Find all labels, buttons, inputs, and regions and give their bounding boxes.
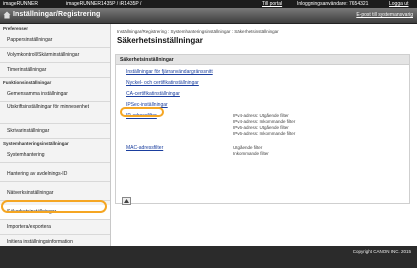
model-name: imageRUNNER1435P / iR1435P / (66, 1, 142, 7)
breadcrumb: Inställningar/Registrering : Systemhante… (117, 29, 279, 34)
sidebar-item-label: Gemensamma inställningar (7, 91, 68, 97)
sidebar-item-print-memory[interactable]: Utskriftsinställningar för minnesenhet (0, 102, 110, 124)
sidebar-item-network[interactable]: Nätverksinställningar (0, 186, 110, 201)
sidebar-item-label: Utskriftsinställningar för minnesenhet (7, 104, 89, 110)
ip-filter-highlight (120, 107, 164, 117)
arrow-up-icon (124, 199, 129, 203)
ip-filter-desc-4: IPv6-adress: Inkommande filter (233, 131, 296, 136)
page-title: Säkerhetsinställningar (117, 36, 203, 45)
product-name: imageRUNNER (3, 1, 39, 7)
sidebar-item-printer[interactable]: Skrivarinställningar (0, 124, 110, 139)
home-icon[interactable] (3, 11, 11, 19)
security-highlight (1, 200, 107, 213)
sidebar-item-paper[interactable]: Pappersinställningar (0, 33, 110, 48)
link-ca-certificate[interactable]: CA-certifikatinställningar (126, 91, 180, 97)
security-panel: Säkerhetsinställningar Inställningar för… (115, 54, 410, 205)
sidebar-section-function: Funktionsinställningar (3, 80, 52, 85)
copyright: Copyright CANON INC. 2015 (352, 249, 411, 254)
sidebar-item-volume[interactable]: Volymkontroll/Skärminställningar (0, 48, 110, 63)
app-title: Inställningar/Registrering (13, 11, 101, 18)
sidebar-item-dept-id[interactable]: Hantering av avdelnings-ID (0, 167, 110, 182)
top-bar: imageRUNNER imageRUNNER1435P / iR1435P /… (0, 0, 417, 8)
sidebar-item-label: Pappersinställningar (7, 37, 53, 43)
footer: Copyright CANON INC. 2015 (0, 246, 417, 268)
sidebar-item-timer[interactable]: Timerinställningar (0, 63, 110, 78)
mail-admin-link[interactable]: E-post till systemansvarig (356, 12, 413, 18)
sidebar-item-system-management[interactable]: Systemhantering (0, 148, 110, 163)
portal-link[interactable]: Till portal (262, 1, 282, 7)
mac-filter-desc-2: Inkommande filter (233, 151, 269, 156)
panel-header-label: Säkerhetsinställningar (120, 57, 174, 63)
panel-header: Säkerhetsinställningar (116, 55, 409, 65)
sidebar-item-label: Hantering av avdelnings-ID (7, 171, 68, 177)
sidebar-section-preferences: Preferenser (3, 26, 29, 31)
link-key-certificate[interactable]: Nyckel- och certifikatinställningar (126, 80, 199, 86)
link-remote-ui[interactable]: Inställningar för fjärranvändargränssnit… (126, 69, 213, 75)
logout-link[interactable]: Logga ut (389, 1, 408, 7)
sidebar-item-label: Timerinställningar (7, 67, 47, 73)
sidebar-section-system: Systemhanteringsinställningar (3, 141, 69, 146)
sidebar-item-label: Importera/exportera (7, 224, 51, 230)
main-content: Inställningar/Registrering : Systemhante… (111, 24, 417, 246)
login-user: Inloggningsanvändare: 7654321 (297, 1, 369, 7)
sidebar-item-common[interactable]: Gemensamma inställningar (0, 87, 110, 102)
sidebar-item-label: Initiera inställningsinformation (7, 239, 73, 245)
scroll-top-button[interactable] (122, 197, 131, 205)
sidebar-item-import-export[interactable]: Importera/exportera (0, 220, 110, 235)
sidebar-item-label: Systemhantering (7, 152, 45, 158)
sidebar-item-label: Volymkontroll/Skärminställningar (7, 52, 80, 58)
sidebar-item-label: Nätverksinställningar (7, 190, 54, 196)
title-bar: Inställningar/Registrering E-post till s… (0, 8, 417, 24)
sidebar-item-label: Skrivarinställningar (7, 128, 50, 134)
link-mac-filter[interactable]: MAC-adressfilter (126, 145, 163, 151)
